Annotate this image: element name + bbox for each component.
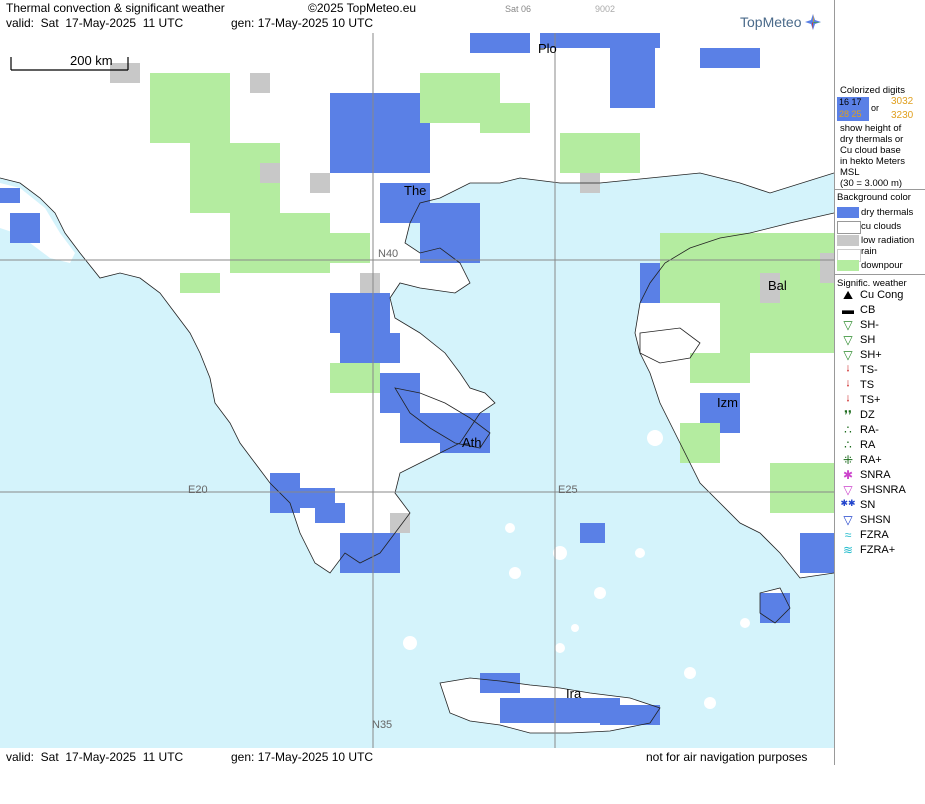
place-label-athens: Ath <box>462 435 482 450</box>
legend-wx-shsnra: SHSNRA <box>860 484 906 496</box>
place-label-plovdiv: Plo <box>538 41 557 56</box>
compass-star-icon <box>805 14 822 30</box>
legend-panel: Colorized digits 16 17 28 25 or 3032 323… <box>834 0 925 765</box>
legend-sample-orange-2: 3230 <box>891 110 914 121</box>
legend-wx-fzra-heavy: FZRA+ <box>860 544 896 556</box>
legend-wx-ra-light: RA- <box>860 424 879 436</box>
legend-wx-sh-heavy: SH+ <box>860 349 882 361</box>
legend-bg-low-radiation: low radiation <box>861 235 915 246</box>
footer-generated-time: gen: 17-May-2025 10 UTC <box>231 750 374 764</box>
legend-colorized-title: Colorized digits <box>840 85 905 96</box>
thunderstorm-light-icon: ᛍ <box>844 363 852 377</box>
legend-wx-cu-cong: Cu Cong <box>860 289 904 301</box>
drizzle-icon: ❜❜ <box>844 408 852 422</box>
rain-icon: ∴ <box>844 438 852 452</box>
swatch-dry-thermals <box>837 207 859 218</box>
snow-shower-icon: ▽ <box>843 513 853 527</box>
swatch-low-radiation <box>837 235 859 246</box>
legend-wx-cb: CB <box>860 304 876 316</box>
legend-explain-1: show height of <box>840 123 902 134</box>
faint-code: 9002 <box>595 4 616 14</box>
grid-label-n35: N35 <box>372 719 392 731</box>
legend-wx-ra: RA <box>860 439 876 451</box>
grid-label-e25: E25 <box>558 484 578 496</box>
legend-wx-ra-heavy: RA+ <box>860 454 882 466</box>
freezing-rain-heavy-icon: ≋ <box>842 543 854 557</box>
freezing-rain-icon: ≈ <box>844 528 852 542</box>
legend-explain-6: (30 = 3.000 m) <box>840 178 903 189</box>
scale-label: 200 km <box>70 53 113 68</box>
legend-explain-2: dry thermals or <box>840 134 904 145</box>
legend-wx-fzra: FZRA <box>860 529 889 541</box>
thunderstorm-icon: ᛍ <box>844 378 852 392</box>
shower-icon: ▽ <box>843 333 853 347</box>
legend-bg-dry-thermals: dry thermals <box>861 207 914 218</box>
grid-label-n40: N40 <box>378 248 398 260</box>
grid-label-e20: E20 <box>188 484 208 496</box>
legend-wx-sn: SN <box>860 499 876 511</box>
legend-wx-sh: SH <box>860 334 876 346</box>
legend-wx-snra: SNRA <box>860 469 891 481</box>
snow-rain-shower-icon: ▽ <box>843 483 853 497</box>
legend-bg-cu-clouds: cu clouds <box>861 221 902 232</box>
legend-explain-5: MSL <box>840 167 860 178</box>
legend-wx-ts: TS <box>860 379 875 391</box>
legend-explain-4: in hekto Meters <box>840 156 905 167</box>
footer-valid-time: valid: Sat 17-May-2025 11 UTC <box>6 750 184 764</box>
rain-light-icon: ∴ <box>844 423 852 437</box>
cb-icon: ▬ <box>842 303 854 317</box>
legend-sample-orange-1: 3032 <box>891 96 914 107</box>
footer-disclaimer: not for air navigation purposes <box>646 750 808 764</box>
cu-cong-icon: ⛰ <box>842 288 854 302</box>
swatch-downpour <box>837 260 859 271</box>
place-label-iraklion: Ira <box>566 686 582 701</box>
footer-bar: valid: Sat 17-May-2025 11 UTC gen: 17-Ma… <box>0 748 834 765</box>
shower-light-icon: ▽ <box>843 318 853 332</box>
convection-map: 200 km N40 E20 E25 N35 Plo The Bal Izm A… <box>0 33 834 748</box>
legend-wx-dz: DZ <box>860 409 875 421</box>
snow-icon: ✱✱ <box>840 498 856 508</box>
generated-time: gen: 17-May-2025 10 UTC <box>231 16 374 30</box>
rain-heavy-icon: ⁜ <box>842 453 854 467</box>
thunderstorm-heavy-icon: ᛍ <box>844 393 852 407</box>
valid-time: valid: Sat 17-May-2025 11 UTC <box>6 16 184 30</box>
legend-wx-ts-light: TS- <box>860 364 878 376</box>
legend-bg-rain: rain <box>861 246 877 257</box>
copyright: ©2025 TopMeteo.eu <box>308 1 417 15</box>
legend-wx-ts-heavy: TS+ <box>860 394 881 406</box>
legend-wx-sh-light: SH- <box>860 319 879 331</box>
legend-explain-3: Cu cloud base <box>840 145 901 156</box>
header-bar: Thermal convection & significant weather… <box>0 0 834 33</box>
legend-sample-box: 16 17 28 25 <box>837 97 869 121</box>
swatch-cu-clouds <box>837 221 861 234</box>
map-title: Thermal convection & significant weather <box>6 1 225 15</box>
shower-heavy-icon: ▽ <box>843 348 853 362</box>
snow-rain-icon: ✱ <box>842 468 854 482</box>
place-label-balikesir: Bal <box>768 278 787 293</box>
place-label-izmir: Izm <box>717 395 738 410</box>
legend-or: or <box>871 103 880 113</box>
topmeteo-logo: TopMeteo <box>740 14 822 30</box>
legend-wx-shsn: SHSN <box>860 514 891 526</box>
map-area[interactable]: 200 km N40 E20 E25 N35 Plo The Bal Izm A… <box>0 33 834 748</box>
faint-day: Sat 06 <box>505 4 532 14</box>
legend-background-title: Background color <box>837 192 911 203</box>
legend-bg-downpour: downpour <box>861 260 903 271</box>
place-label-thessaloniki: The <box>404 183 426 198</box>
